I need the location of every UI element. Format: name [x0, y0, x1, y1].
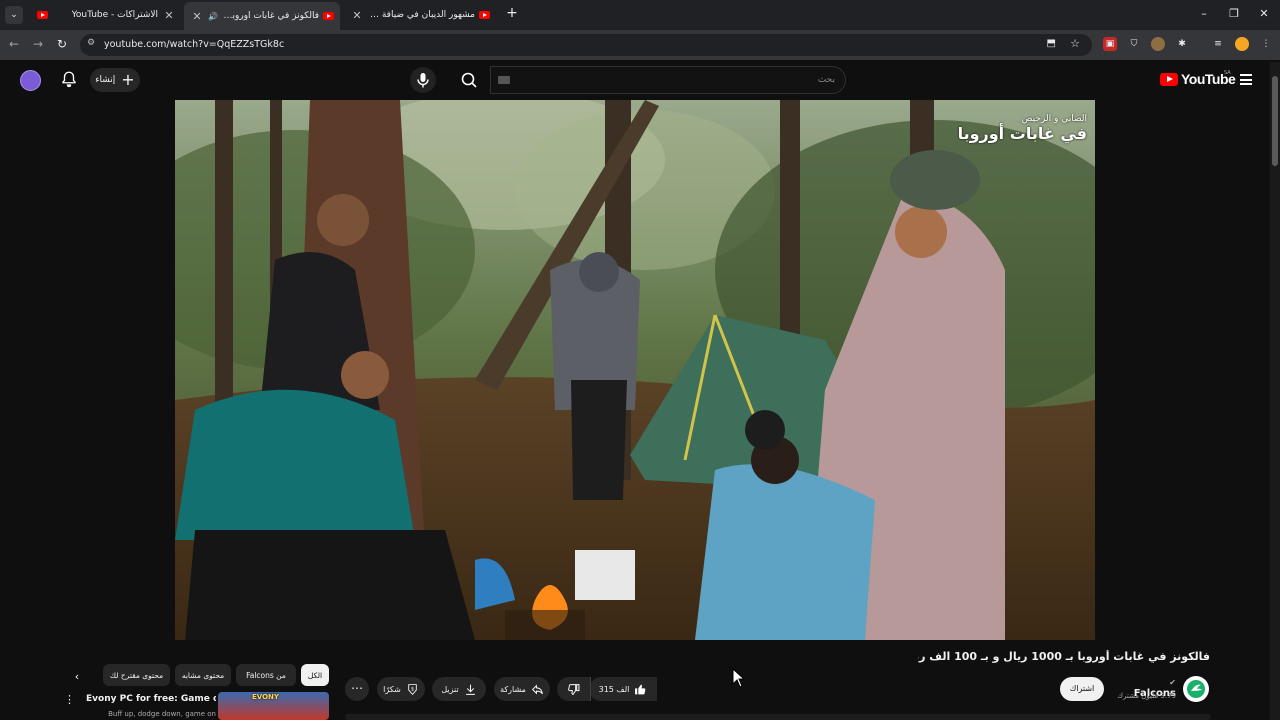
chip-recommended[interactable]: محتوى مقترح لك — [103, 664, 170, 686]
video-watermark: الصابي و الرخيص في غابات أوروبا — [958, 114, 1087, 143]
cookie-extension-icon[interactable] — [1151, 37, 1165, 51]
back-icon[interactable]: ← — [6, 37, 22, 51]
browser-tab-4[interactable]: مشهور الديبان في ضيافة بن فاس... ✕ — [344, 4, 496, 26]
new-tab-button[interactable]: + — [502, 5, 522, 21]
verified-badge-icon: ✔ — [1169, 678, 1176, 687]
ad-more-options-icon[interactable]: ⋮ — [64, 693, 75, 709]
youtube-play-icon — [1160, 72, 1178, 86]
voice-search-button[interactable] — [410, 67, 436, 93]
audio-playing-icon[interactable]: 🔊 — [208, 12, 218, 21]
dislike-button[interactable] — [557, 677, 591, 701]
tab-close-icon[interactable]: ✕ — [350, 9, 364, 22]
thumbs-down-icon — [568, 683, 580, 695]
share-label: مشاركة — [500, 684, 526, 694]
ad-description: Buff up, dodge down, game on — [108, 710, 216, 718]
ad-thumb-logo-text: EVONY — [252, 693, 279, 701]
search-icon — [461, 72, 477, 88]
youtube-favicon-icon — [479, 11, 490, 19]
browser-tab-subscriptions[interactable]: ✕ الاشتراكات - YouTube — [56, 4, 180, 26]
extension-red-icon[interactable]: ▣ — [1103, 37, 1117, 51]
url-text: youtube.com/watch?v=QqEZZsTGk8c — [104, 39, 285, 50]
browser-toolbar: ← → ↻ ⚙ youtube.com/watch?v=QqEZZsTGk8c … — [0, 30, 1280, 60]
page-scrollbar[interactable] — [1270, 62, 1280, 720]
account-avatar[interactable] — [20, 70, 41, 91]
shield-extension-icon[interactable]: ⛉ — [1127, 37, 1141, 51]
description-box-edge — [345, 714, 1211, 720]
tab-title: الاشتراكات - YouTube — [71, 10, 158, 20]
mouse-cursor-icon — [732, 668, 746, 688]
profile-avatar-icon[interactable] — [1235, 37, 1249, 51]
youtube-favicon-icon — [37, 11, 48, 19]
install-app-icon[interactable]: ⬒ — [1047, 38, 1056, 49]
create-label: إنشاء — [95, 75, 116, 85]
scrollbar-thumb[interactable] — [1272, 76, 1278, 166]
country-code: SA — [1224, 70, 1231, 76]
thanks-label: شكرًا — [383, 684, 401, 694]
minimize-button[interactable]: – — [1194, 7, 1214, 20]
create-button[interactable]: إنشاء + — [90, 68, 140, 92]
svg-text:$: $ — [411, 686, 414, 692]
share-arrow-icon — [531, 684, 543, 694]
notifications-bell-icon[interactable] — [60, 70, 78, 88]
like-button[interactable]: 315 الف — [589, 677, 657, 701]
close-window-button[interactable]: ✕ — [1254, 7, 1274, 20]
thanks-dollar-icon: $ — [408, 683, 417, 695]
search-button[interactable] — [450, 66, 488, 94]
thumbs-up-icon — [635, 684, 646, 694]
bookmark-star-icon[interactable]: ☆ — [1070, 37, 1080, 50]
tab-title: فالكونز في غابات أوروبا بـ 00 — [221, 11, 319, 21]
like-count: 315 الف — [598, 684, 630, 694]
chip-all[interactable]: الكل — [301, 664, 329, 686]
video-player[interactable]: الصابي و الرخيص في غابات أوروبا — [175, 100, 1095, 640]
tab-search-dropdown[interactable]: ⌄ — [5, 6, 23, 24]
thanks-button[interactable]: شكرًا $ — [377, 677, 425, 701]
watermark-small-text: الصابي و الرخيص — [1021, 114, 1087, 124]
reload-icon[interactable]: ↻ — [54, 37, 70, 51]
chip-from-falcons[interactable]: من Falcons — [236, 664, 296, 686]
falcons-logo-icon — [1187, 680, 1205, 698]
video-frame — [175, 100, 1095, 640]
channel-avatar[interactable] — [1183, 676, 1209, 702]
share-button[interactable]: مشاركة — [494, 677, 550, 701]
subscriber-count: 3.79 مليون مشترك — [1117, 692, 1176, 700]
address-bar[interactable]: ⚙ youtube.com/watch?v=QqEZZsTGk8c ⬒ ☆ — [80, 34, 1092, 56]
browser-tab-active[interactable]: فالكونز في غابات أوروبا بـ 00 🔊 ✕ — [184, 2, 340, 30]
watermark-big-text: في غابات أوروبا — [957, 124, 1087, 143]
browser-menu-icon[interactable]: ⋮ — [1259, 37, 1273, 51]
download-label: تنزيل — [441, 684, 459, 694]
tab-title: مشهور الديبان في ضيافة بن فاس... — [368, 10, 475, 20]
forward-icon[interactable]: → — [30, 37, 46, 51]
video-title: فالكونز في غابات أوروبا بـ 1000 ريال و ب… — [918, 650, 1210, 663]
extensions-puzzle-icon[interactable]: ✱ — [1175, 37, 1189, 51]
ad-title[interactable]: Evony PC for free: Game on — [86, 694, 216, 704]
tab-close-icon[interactable]: ✕ — [162, 9, 176, 22]
download-button[interactable]: تنزيل — [432, 677, 486, 701]
subscribe-button[interactable]: اشتراك — [1060, 677, 1104, 701]
browser-tab-1[interactable] — [28, 4, 48, 26]
guide-menu-icon[interactable] — [1240, 74, 1252, 85]
tab-close-icon[interactable]: ✕ — [190, 10, 204, 23]
keyboard-icon[interactable] — [498, 76, 510, 84]
microphone-icon — [417, 73, 429, 88]
maximize-button[interactable]: ❐ — [1224, 7, 1244, 20]
youtube-favicon-icon — [323, 12, 334, 20]
chips-prev-arrow-icon[interactable]: ‹ — [68, 668, 86, 686]
search-input[interactable]: بحث — [490, 66, 846, 94]
ad-thumbnail[interactable]: EVONY — [218, 692, 329, 720]
download-icon — [465, 684, 475, 695]
more-actions-button[interactable]: ⋯ — [345, 677, 369, 701]
browser-tab-strip: ⌄ ✕ الاشتراكات - YouTube فالكونز في غابا… — [0, 0, 1280, 30]
media-control-icon[interactable]: ≡ — [1211, 37, 1225, 51]
chip-similar[interactable]: محتوى مشابه — [175, 664, 231, 686]
plus-icon: + — [121, 70, 135, 89]
site-info-icon[interactable]: ⚙ — [87, 38, 95, 48]
